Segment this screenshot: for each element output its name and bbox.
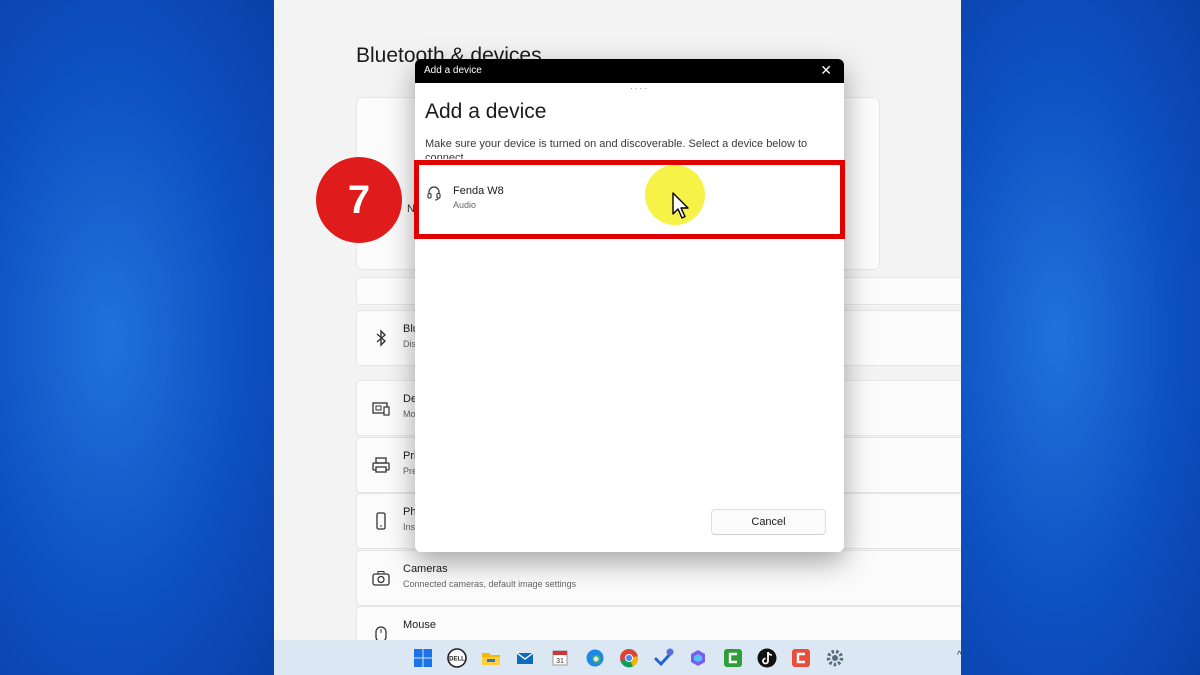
step-number-badge: 7 [316, 157, 402, 243]
row-subtitle: Connected cameras, default image setting… [403, 579, 577, 589]
tray-overflow-icon[interactable]: ^ [957, 650, 962, 661]
settings-row-cameras[interactable]: Cameras Connected cameras, default image… [356, 550, 961, 606]
dialog-titlebar: Add a device ✕ [415, 59, 844, 83]
svg-text:DELL: DELL [449, 657, 465, 663]
devices-icon [372, 402, 390, 416]
close-icon[interactable]: ✕ [820, 62, 832, 79]
highlight-box [414, 160, 845, 239]
file-explorer-icon[interactable] [481, 648, 501, 668]
copilot-icon[interactable] [688, 648, 708, 668]
bluetooth-icon [376, 329, 387, 347]
desktop-background-left [0, 0, 274, 675]
mail-icon[interactable] [515, 648, 535, 668]
tiktok-icon[interactable] [757, 648, 777, 668]
camtasia-icon[interactable] [723, 648, 743, 668]
row-title: Cameras [403, 563, 448, 575]
row-subtitle: Mo [403, 409, 416, 419]
settings-row-mouse[interactable]: Mouse [356, 606, 961, 640]
capcut-icon[interactable] [791, 648, 811, 668]
desktop-background-right [961, 0, 1200, 675]
dialog-window-title: Add a device [424, 65, 482, 76]
row-subtitle: Ins [403, 522, 416, 532]
row-title: Mouse [403, 619, 437, 631]
phone-icon [376, 512, 386, 530]
add-device-dialog: Add a device ✕ .... Add a device Make su… [415, 59, 844, 552]
dell-icon[interactable]: DELL [447, 648, 467, 668]
edge-icon[interactable] [585, 648, 605, 668]
camera-icon [372, 571, 390, 586]
dialog-heading: Add a device [425, 100, 547, 123]
windows-start-icon[interactable] [413, 648, 433, 668]
loading-dots: .... [630, 81, 650, 92]
taskbar: DELL 31 ^ [274, 640, 962, 675]
mouse-cursor-icon [672, 192, 689, 219]
mouse-icon [375, 626, 387, 640]
todo-icon[interactable] [654, 648, 674, 668]
chrome-icon[interactable] [619, 648, 639, 668]
dialog-subtitle: Make sure your device is turned on and d… [425, 138, 808, 159]
cancel-button[interactable]: Cancel [711, 509, 826, 535]
settings-icon[interactable] [825, 648, 845, 668]
calendar-icon[interactable]: 31 [550, 648, 570, 668]
svg-text:31: 31 [556, 658, 564, 665]
printer-icon [372, 457, 390, 473]
